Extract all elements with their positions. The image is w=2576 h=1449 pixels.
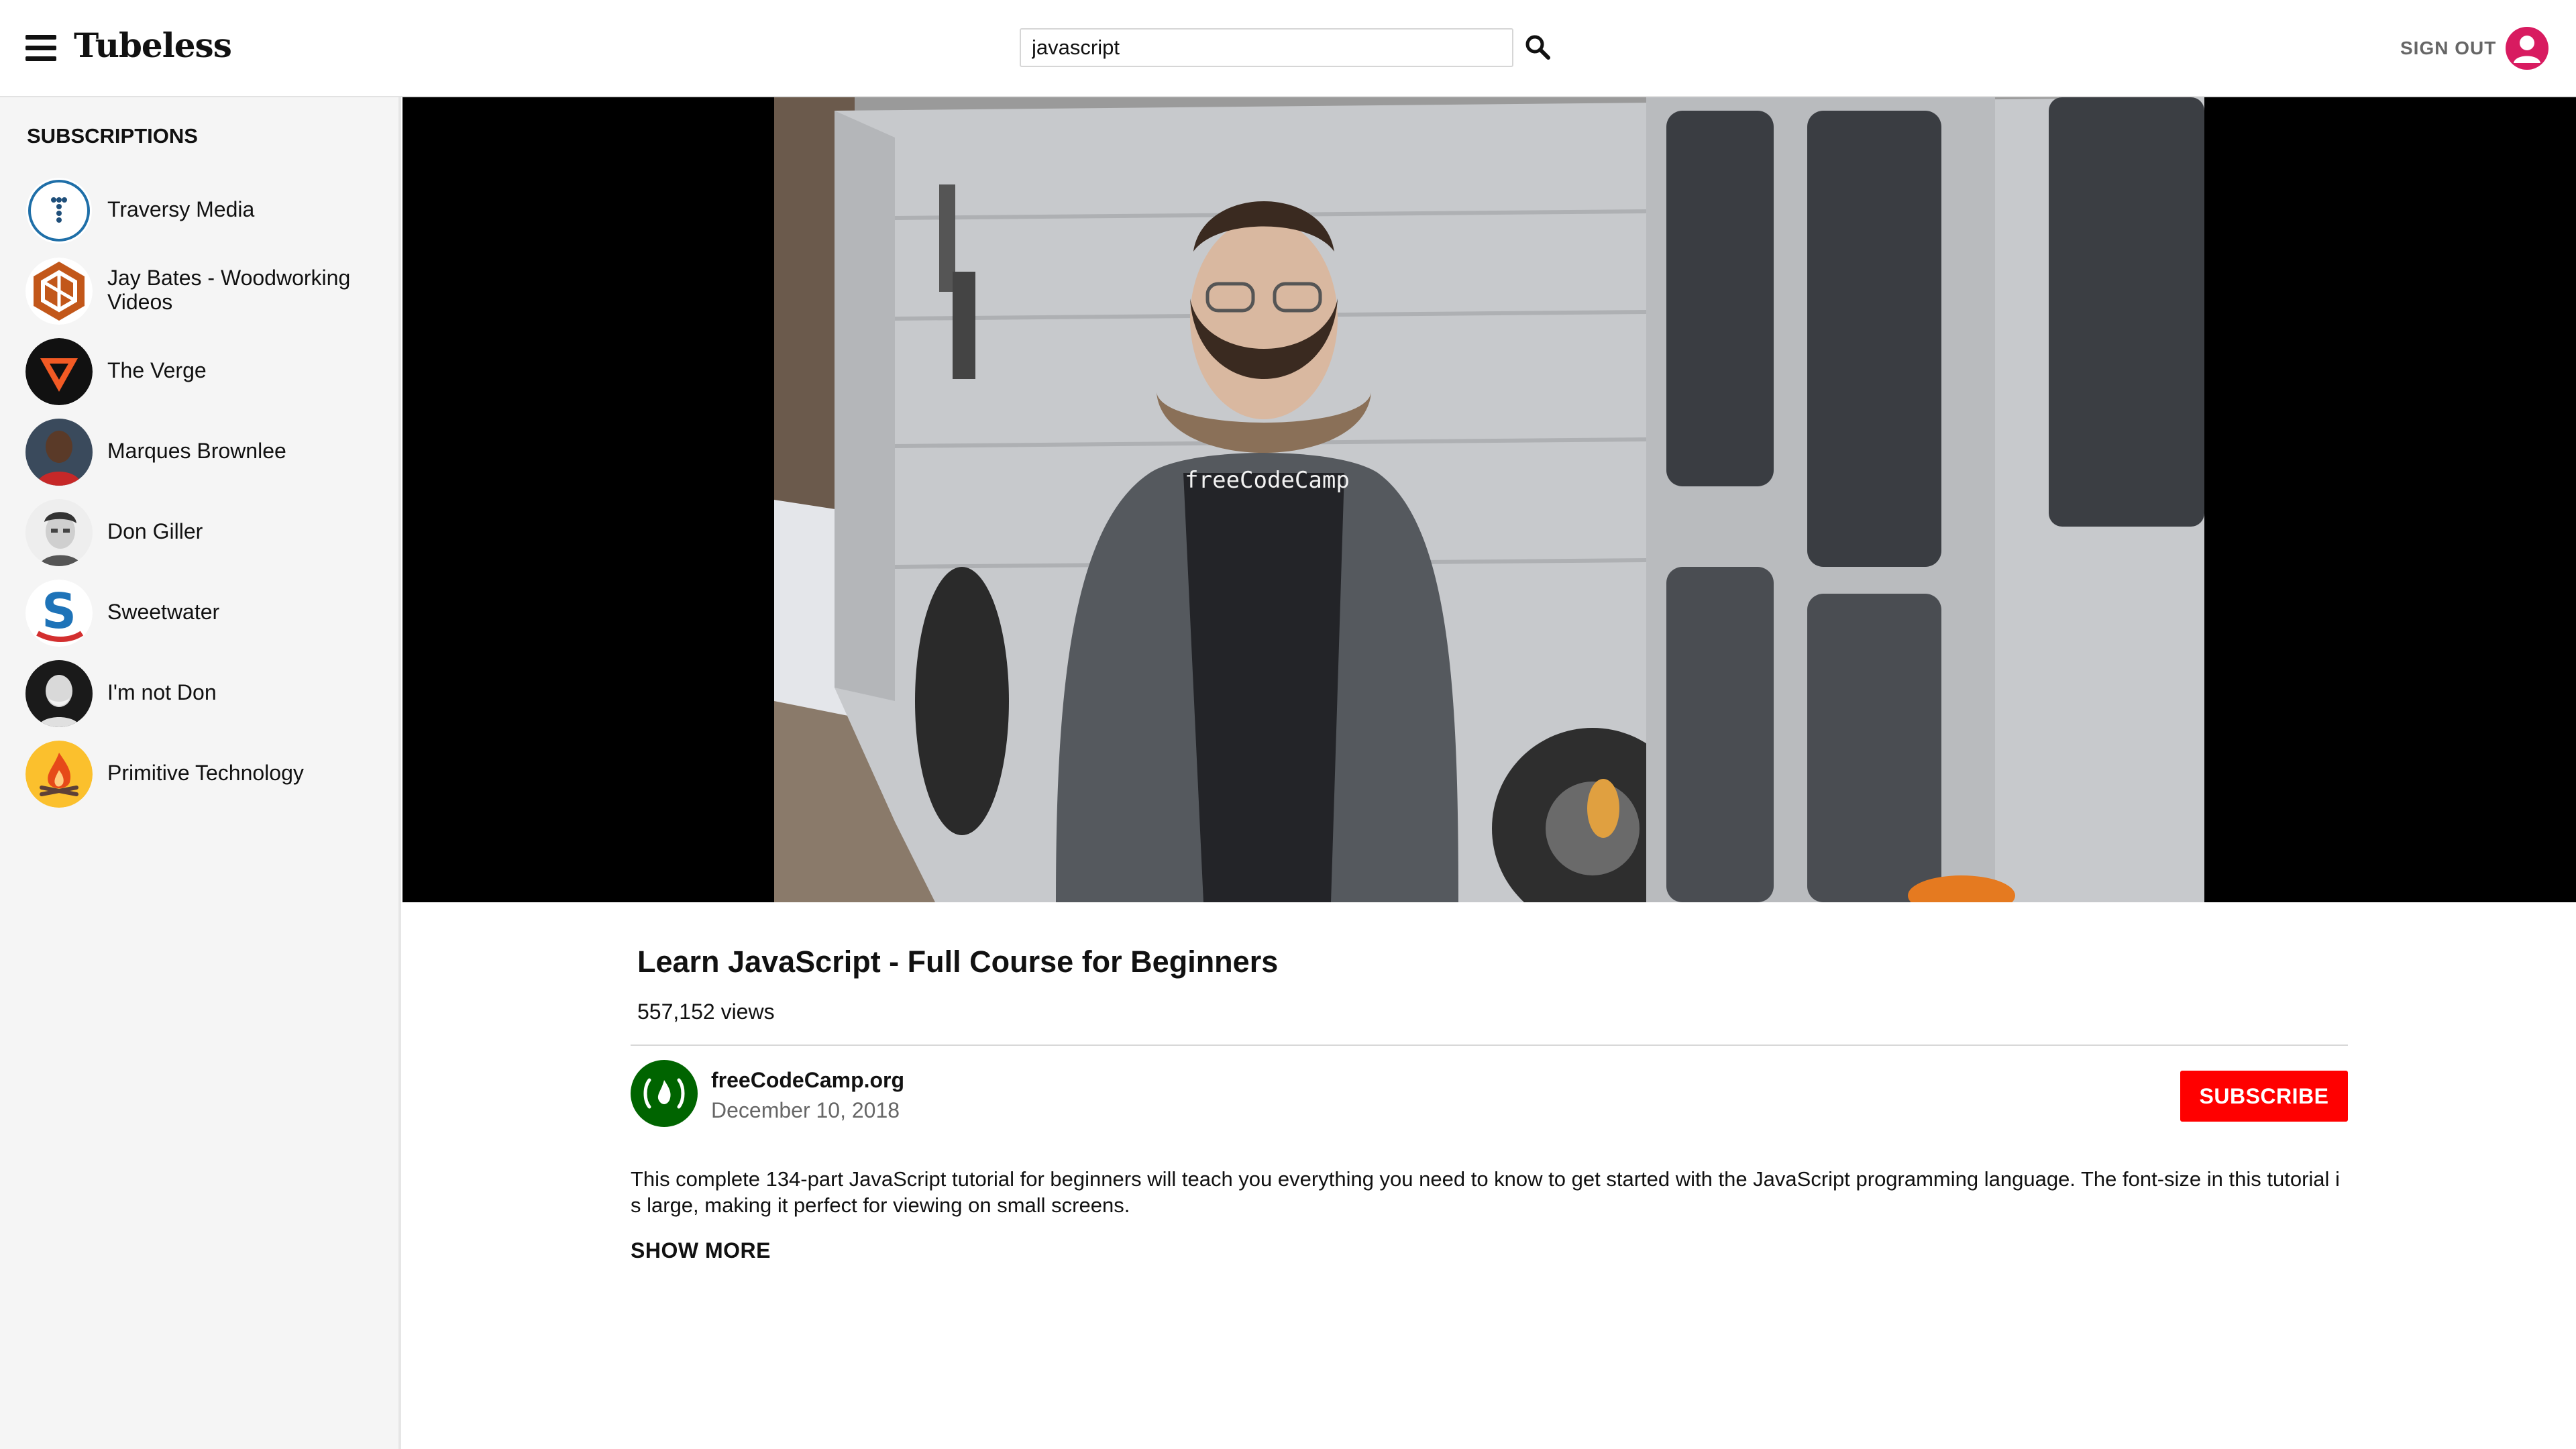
channel-avatar-icon[interactable] — [631, 1060, 698, 1127]
subscription-label: Marques Brownlee — [107, 439, 286, 463]
subscription-item[interactable]: Traversy Media — [25, 169, 388, 250]
sweetwater-logo-icon: S — [25, 580, 93, 647]
jay-bates-logo-icon — [25, 258, 93, 325]
app-logo[interactable]: Tubeless — [74, 25, 232, 65]
subscription-label: The Verge — [107, 358, 207, 382]
video-player[interactable]: freeCodeCamp — [402, 97, 2576, 902]
subscribe-button[interactable]: SUBSCRIBE — [2180, 1071, 2348, 1122]
subscription-label: Don Giller — [107, 519, 203, 543]
subscription-item[interactable]: Primitive Technology — [25, 733, 388, 813]
hamburger-menu-icon[interactable] — [25, 35, 58, 62]
publish-date: December 10, 2018 — [711, 1098, 900, 1122]
search-icon[interactable] — [1523, 32, 1554, 63]
subscription-label: Primitive Technology — [107, 761, 304, 785]
don-giller-avatar-icon — [25, 499, 93, 566]
user-avatar-icon[interactable] — [2506, 27, 2548, 70]
video-description: This complete 134-part JavaScript tutori… — [631, 1167, 2340, 1217]
verge-logo-icon — [25, 338, 93, 405]
shirt-text: freeCodeCamp — [1185, 467, 1350, 494]
top-header: Tubeless SIGN OUT — [0, 0, 2576, 97]
view-count: 557,152 views — [637, 1000, 775, 1024]
video-title: Learn JavaScript - Full Course for Begin… — [637, 945, 1279, 979]
svg-text:S: S — [42, 583, 76, 639]
subscription-item[interactable]: Don Giller — [25, 491, 388, 572]
campfire-logo-icon — [25, 741, 93, 808]
channel-name[interactable]: freeCodeCamp.org — [711, 1068, 904, 1093]
im-not-don-avatar-icon — [25, 660, 93, 727]
search-input[interactable] — [1020, 28, 1513, 67]
subscription-item[interactable]: Jay Bates - Woodworking Videos — [25, 250, 388, 330]
subscription-label: Jay Bates - Woodworking Videos — [107, 266, 351, 314]
subscriptions-heading: SUBSCRIPTIONS — [27, 124, 198, 148]
video-frame: freeCodeCamp — [774, 97, 2204, 902]
subscription-item[interactable]: Marques Brownlee — [25, 411, 388, 491]
subscription-item[interactable]: S Sweetwater — [25, 572, 388, 652]
subscriptions-list: Traversy Media Jay Bates - Woodworking V… — [25, 169, 388, 813]
show-more-button[interactable]: SHOW MORE — [631, 1238, 771, 1263]
subscription-label: I'm not Don — [107, 680, 217, 704]
subscription-label: Sweetwater — [107, 600, 220, 624]
sidebar: SUBSCRIPTIONS Traversy Media Jay Bates -… — [0, 97, 401, 1449]
subscription-item[interactable]: The Verge — [25, 330, 388, 411]
subscription-label: Traversy Media — [107, 197, 255, 221]
marques-brownlee-avatar-icon — [25, 419, 93, 486]
traversy-logo-icon — [25, 177, 93, 244]
sign-out-button[interactable]: SIGN OUT — [2400, 38, 2496, 59]
divider — [631, 1044, 2348, 1046]
subscription-item[interactable]: I'm not Don — [25, 652, 388, 733]
